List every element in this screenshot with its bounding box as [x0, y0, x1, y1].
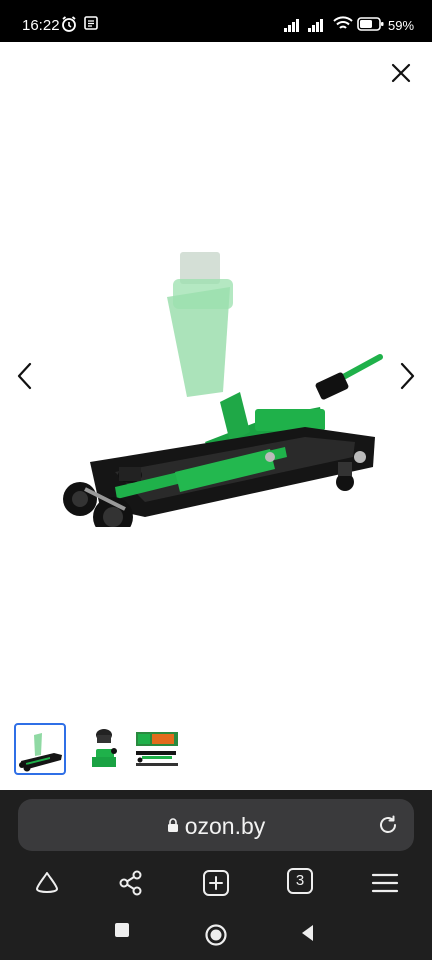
status-bar: 16:22 59% — [0, 0, 432, 42]
back-icon[interactable] — [298, 923, 318, 943]
new-tab-icon[interactable] — [201, 868, 231, 898]
tabs-count: 3 — [287, 868, 313, 894]
close-icon[interactable] — [386, 58, 416, 88]
lock-icon — [167, 818, 178, 832]
recents-icon[interactable] — [114, 922, 130, 938]
thumbnail-1[interactable] — [14, 723, 66, 775]
notification-icon — [84, 16, 98, 30]
address-bar[interactable]: ozon.by — [18, 799, 414, 851]
thumbnail-2[interactable] — [80, 723, 132, 775]
wifi-icon — [333, 16, 353, 29]
product-image — [63, 252, 383, 527]
reload-icon[interactable] — [376, 813, 400, 837]
battery-percent: 59% — [388, 18, 415, 33]
url-text: ozon.by — [184, 813, 266, 839]
signal-icon — [284, 19, 299, 32]
share-icon[interactable] — [116, 868, 146, 898]
alarm-icon — [62, 16, 76, 32]
status-time: 16:22 — [22, 17, 60, 34]
home-circle-icon[interactable] — [204, 923, 228, 947]
thumbnail-3[interactable] — [132, 723, 184, 775]
home-icon[interactable] — [32, 868, 62, 898]
tabs-button[interactable]: 3 — [287, 868, 317, 898]
browser-bar: ozon.by 3 — [0, 790, 432, 960]
chevron-right-icon[interactable] — [392, 358, 422, 394]
chevron-left-icon[interactable] — [10, 358, 40, 394]
image-viewer — [0, 42, 432, 790]
signal-icon-2 — [308, 19, 323, 32]
battery-icon — [357, 17, 384, 31]
menu-icon[interactable] — [370, 868, 400, 898]
url-display: ozon.by — [18, 813, 414, 840]
